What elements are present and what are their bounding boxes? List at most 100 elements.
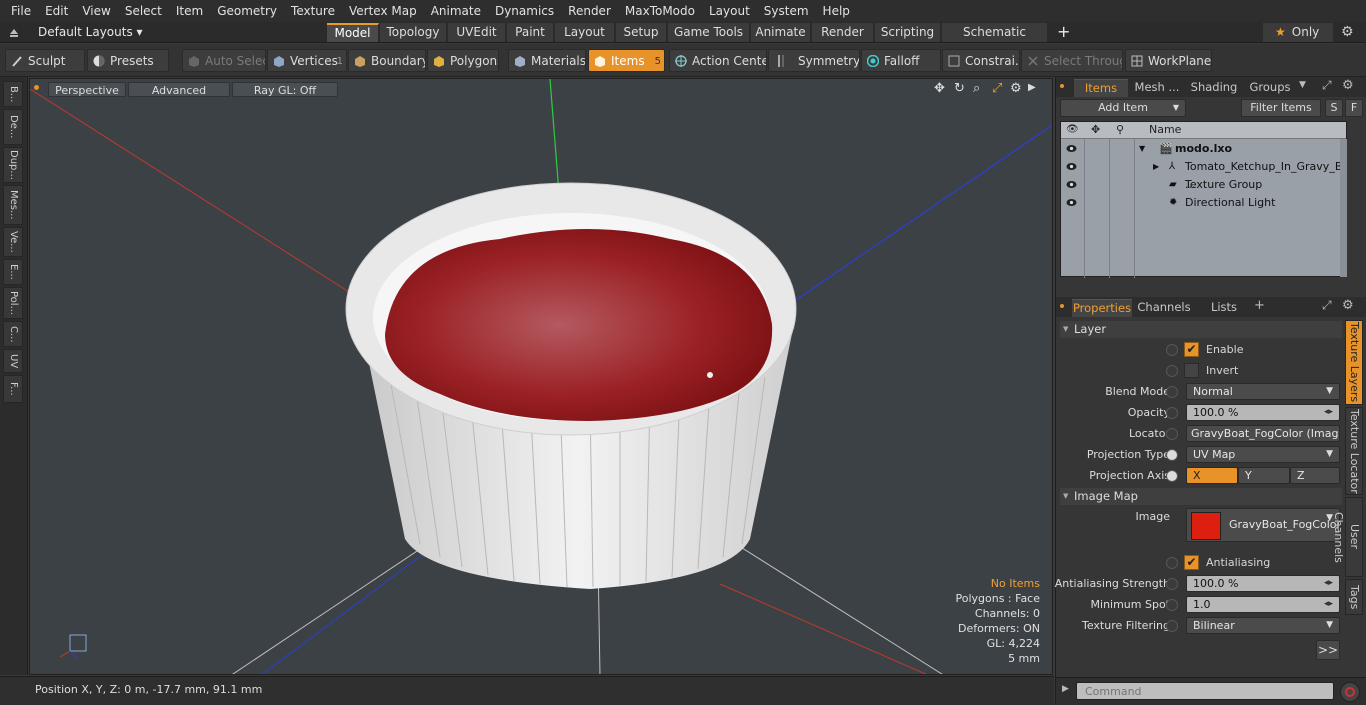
s-button[interactable]: S xyxy=(1325,99,1343,117)
left-tab-duplicate[interactable]: Dup... xyxy=(3,147,23,183)
aa-strength-channel-dot[interactable] xyxy=(1166,578,1178,590)
image-dropdown[interactable]: GravyBoat_FogColor ▼ xyxy=(1186,508,1340,542)
panel-settings-gear-icon[interactable]: ⚙ xyxy=(1342,78,1354,93)
left-tab-mesh-edit[interactable]: Mes... xyxy=(3,185,23,225)
presets-button[interactable]: Presets xyxy=(87,49,169,72)
locator-channel-dot[interactable] xyxy=(1166,428,1178,440)
properties-settings-gear-icon[interactable]: ⚙ xyxy=(1342,298,1354,313)
axis-y-button[interactable]: Y xyxy=(1238,467,1290,484)
side-tab-user-channels[interactable]: User Channels xyxy=(1332,497,1363,577)
tab-shading[interactable]: Shading xyxy=(1186,79,1242,97)
visibility-eye-icon[interactable] xyxy=(1066,180,1077,189)
falloff-button[interactable]: Falloff xyxy=(861,49,941,72)
min-spot-field[interactable]: 1.0 ◂▸ xyxy=(1186,596,1340,613)
viewport-settings-gear-icon[interactable]: ⚙ xyxy=(1010,81,1022,96)
visibility-eye-icon[interactable] xyxy=(1066,144,1077,153)
materials-button[interactable]: Materials xyxy=(508,49,586,72)
tab-animate[interactable]: Animate xyxy=(751,23,811,42)
tree-row-mesh[interactable]: ▶ ⅄ Tomato_Ketchup_In_Gravy_B ... xyxy=(1061,158,1346,191)
symmetry-button[interactable]: Symmetry xyxy=(768,49,860,72)
record-macro-button[interactable] xyxy=(1340,682,1360,702)
shading-mode-dropdown[interactable]: Advanced xyxy=(128,82,230,97)
tabs-dropdown-icon[interactable]: ▼ xyxy=(1299,80,1306,90)
axis-x-button[interactable]: X xyxy=(1186,467,1238,484)
zoom-icon[interactable]: ⌕ xyxy=(973,81,980,96)
tree-row-light[interactable]: ✹ Directional Light xyxy=(1061,194,1346,212)
tab-topology[interactable]: Topology xyxy=(380,23,447,42)
command-expand-arrow-icon[interactable]: ▶ xyxy=(1062,684,1069,694)
image-map-section-header[interactable]: Image Map xyxy=(1060,488,1342,505)
polygons-button[interactable]: Polygons xyxy=(427,49,499,72)
name-column-header[interactable]: Name xyxy=(1149,123,1181,136)
slider-arrows-icon[interactable]: ◂▸ xyxy=(1324,405,1333,420)
tree-scrollbar[interactable] xyxy=(1340,139,1347,277)
menu-item[interactable]: Item xyxy=(169,0,210,22)
layout-preset-dropdown[interactable]: Default Layouts ▾ xyxy=(38,22,143,42)
f-button[interactable]: F xyxy=(1345,99,1363,117)
blend-mode-dropdown[interactable]: Normal ▼ xyxy=(1186,383,1340,400)
add-properties-tab-button[interactable]: + xyxy=(1254,298,1265,313)
texture-filtering-channel-dot[interactable] xyxy=(1166,620,1178,632)
side-tab-tags[interactable]: Tags xyxy=(1345,579,1363,615)
properties-expand-icon[interactable]: ⤢ xyxy=(1322,298,1332,313)
tab-model[interactable]: Model xyxy=(327,23,379,42)
menu-layout[interactable]: Layout xyxy=(702,0,757,22)
only-toggle[interactable]: ★ Only xyxy=(1263,23,1333,42)
axis-z-button[interactable]: Z xyxy=(1290,467,1340,484)
panel-expand-icon[interactable]: ⤢ xyxy=(1322,78,1332,93)
slider-arrows-icon[interactable]: ◂▸ xyxy=(1324,576,1333,591)
enable-channel-dot[interactable] xyxy=(1166,344,1178,356)
tab-uvedit[interactable]: UVEdit xyxy=(448,23,506,42)
tab-lists[interactable]: Lists xyxy=(1198,299,1250,317)
properties-menu-dot-icon[interactable] xyxy=(1060,304,1064,308)
tab-groups[interactable]: Groups xyxy=(1244,79,1296,97)
panel-menu-dot-icon[interactable] xyxy=(1060,84,1064,88)
locator-dropdown[interactable]: GravyBoat_FogColor (Image) ... xyxy=(1186,425,1340,442)
opacity-field[interactable]: 100.0 % ◂▸ xyxy=(1186,404,1340,421)
sculpt-button[interactable]: Sculpt xyxy=(5,49,85,72)
boundary-button[interactable]: Boundary xyxy=(348,49,426,72)
tab-schematic-fusion[interactable]: Schematic Fusion xyxy=(942,23,1048,58)
menu-file[interactable]: File xyxy=(4,0,38,22)
aa-strength-field[interactable]: 100.0 % ◂▸ xyxy=(1186,575,1340,592)
projection-type-dropdown[interactable]: UV Map ▼ xyxy=(1186,446,1340,463)
tab-paint[interactable]: Paint xyxy=(507,23,554,42)
left-tab-edge[interactable]: E... xyxy=(3,259,23,285)
left-tab-deform[interactable]: De... xyxy=(3,109,23,145)
workplane-button[interactable]: WorkPlane xyxy=(1125,49,1212,72)
side-tab-texture-locator[interactable]: Texture Locator xyxy=(1345,407,1363,495)
constraints-button[interactable]: Constrai... xyxy=(942,49,1020,72)
viewport-menu-dot-icon[interactable] xyxy=(34,85,39,90)
add-item-button[interactable]: Add Item ▼ xyxy=(1060,99,1186,117)
enable-checkbox[interactable]: ✔ xyxy=(1184,342,1199,357)
viewport-scene[interactable] xyxy=(30,79,1053,675)
invert-channel-dot[interactable] xyxy=(1166,365,1178,377)
menu-maxtomodo[interactable]: MaxToModo xyxy=(618,0,702,22)
layout-settings-gear-icon[interactable]: ⚙ xyxy=(1341,22,1354,42)
pan-icon[interactable]: ✥ xyxy=(934,81,945,96)
menu-render[interactable]: Render xyxy=(561,0,618,22)
select-through-button[interactable]: Select Through xyxy=(1021,49,1123,72)
left-tab-vertex[interactable]: Ve... xyxy=(3,227,23,257)
auto-select-button[interactable]: Auto Select xyxy=(182,49,266,72)
visibility-eye-icon[interactable] xyxy=(1066,162,1077,171)
tab-mesh[interactable]: Mesh ... xyxy=(1130,79,1184,97)
items-button[interactable]: Items 5 xyxy=(588,49,665,72)
menu-vertex-map[interactable]: Vertex Map xyxy=(342,0,424,22)
menu-system[interactable]: System xyxy=(757,0,816,22)
left-tab-fusion[interactable]: F... xyxy=(3,375,23,403)
menu-texture[interactable]: Texture xyxy=(284,0,342,22)
tab-game-tools[interactable]: Game Tools xyxy=(668,23,750,42)
menu-edit[interactable]: Edit xyxy=(38,0,75,22)
blend-mode-channel-dot[interactable] xyxy=(1166,386,1178,398)
tree-row-texture-group[interactable]: ▰ Texture Group xyxy=(1061,176,1346,194)
side-tab-texture-layers[interactable]: Texture Layers xyxy=(1345,320,1363,405)
expand-arrow-icon[interactable]: ▶ xyxy=(1153,158,1159,176)
antialiasing-channel-dot[interactable] xyxy=(1166,557,1178,569)
opacity-channel-dot[interactable] xyxy=(1166,407,1178,419)
expand-arrow-icon[interactable]: ▼ xyxy=(1139,140,1145,158)
view-mode-dropdown[interactable]: Perspective xyxy=(48,82,126,97)
more-button[interactable]: >> xyxy=(1316,640,1340,660)
tab-scripting[interactable]: Scripting xyxy=(875,23,941,42)
left-tab-polygon[interactable]: Pol... xyxy=(3,287,23,319)
